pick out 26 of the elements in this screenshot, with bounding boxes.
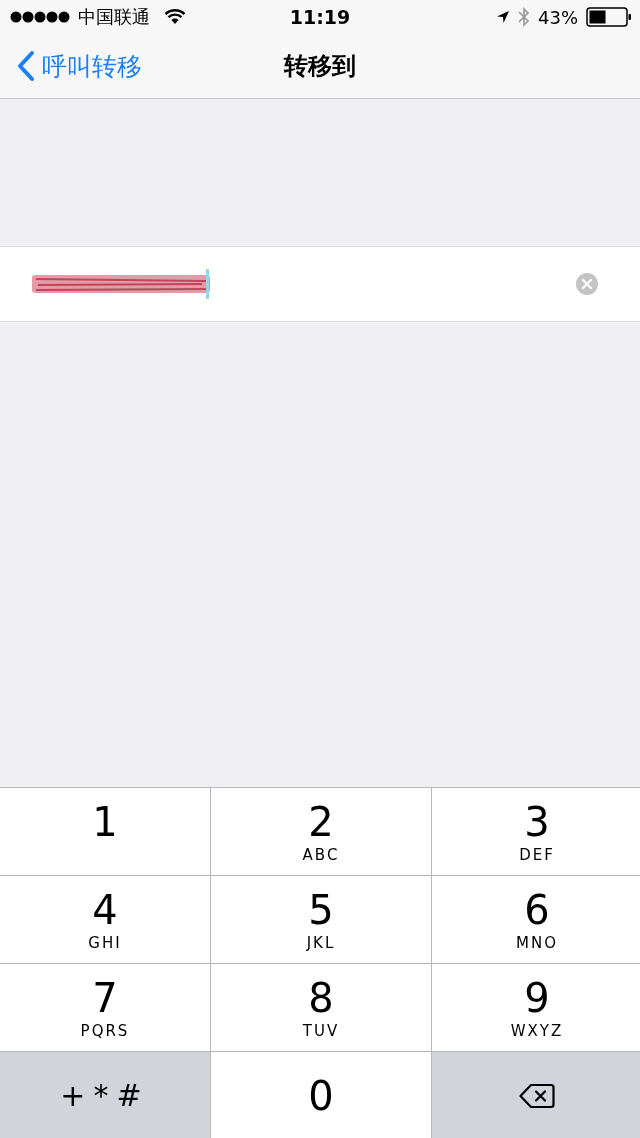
back-chevron-icon (16, 50, 36, 82)
digit-key[interactable]: 3 DEF (432, 788, 640, 875)
digit-key[interactable]: 1 (0, 788, 210, 875)
number-field[interactable] (0, 246, 640, 322)
location-arrow-icon (496, 10, 510, 24)
digit-key[interactable]: 6 MNO (432, 876, 640, 963)
digit-key[interactable]: 8 TUV (211, 964, 431, 1051)
digit-key[interactable]: 7 PQRS (0, 964, 210, 1051)
digit-key[interactable]: 4 GHI (0, 876, 210, 963)
signal-icon (10, 11, 70, 23)
page-title: 转移到 (284, 51, 356, 82)
delete-key[interactable] (432, 1052, 640, 1138)
digit-key[interactable]: 9 WXYZ (432, 964, 640, 1051)
carrier-name: 中国联通 (78, 5, 150, 29)
backspace-icon (519, 1082, 555, 1109)
back-button[interactable]: 呼叫转移 (0, 49, 142, 83)
bluetooth-icon (518, 7, 530, 27)
symbols-key[interactable]: +*# (0, 1052, 210, 1138)
digit-key[interactable]: 2 ABC (211, 788, 431, 875)
battery-percent: 43% (538, 6, 578, 28)
digit-key[interactable]: 5 JKL (211, 876, 431, 963)
battery-icon (586, 7, 632, 27)
digit-key[interactable]: 0 (211, 1052, 431, 1138)
clear-button[interactable] (576, 273, 598, 295)
wifi-icon (164, 9, 186, 25)
clock-time: 11:19 (289, 6, 351, 28)
